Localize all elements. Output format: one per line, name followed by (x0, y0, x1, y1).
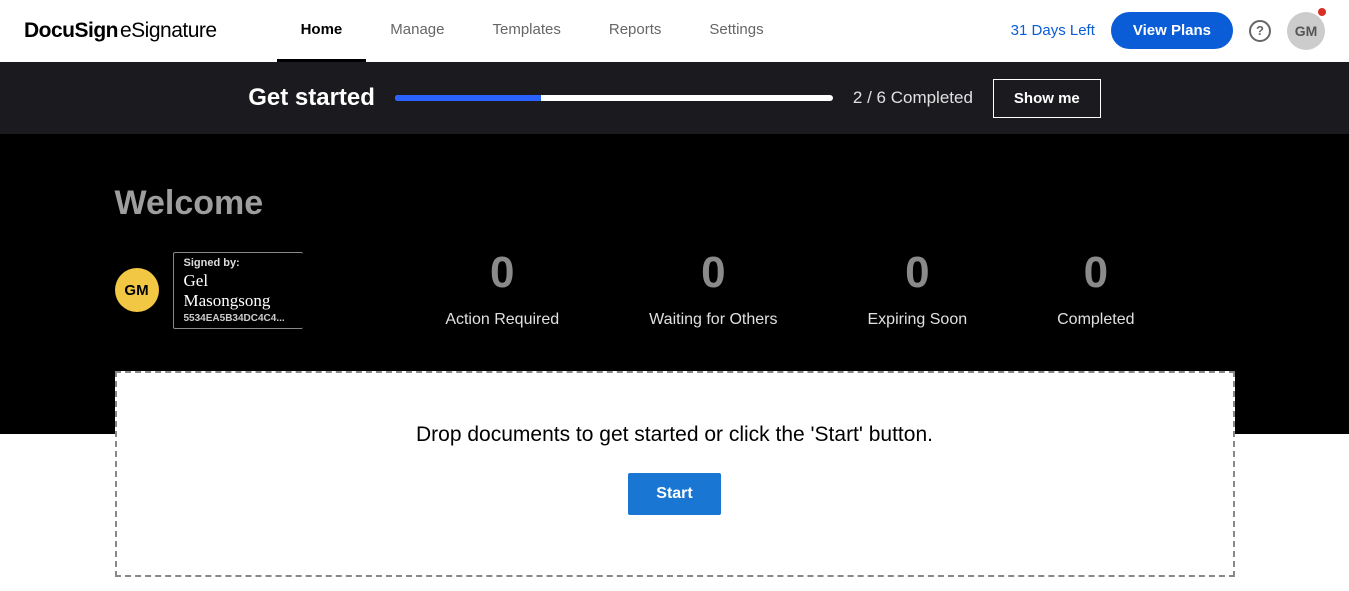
signature-box: Signed by: Gel Masongsong 5534EA5B34DC4C… (173, 252, 303, 329)
user-avatar[interactable]: GM (1287, 12, 1325, 50)
stat-action-required[interactable]: 0 Action Required (445, 251, 559, 329)
stat-value: 0 (868, 251, 968, 295)
drop-zone[interactable]: Drop documents to get started or click t… (115, 371, 1235, 577)
signature-name: Gel Masongsong (184, 271, 293, 311)
stat-value: 0 (1057, 251, 1134, 295)
progress-count: 2 / 6 Completed (853, 88, 973, 108)
stat-label: Expiring Soon (868, 311, 968, 329)
signature-hash: 5534EA5B34DC4C4... (184, 313, 293, 324)
stat-completed[interactable]: 0 Completed (1057, 251, 1134, 329)
progress-track (395, 95, 833, 101)
show-me-button[interactable]: Show me (993, 79, 1101, 118)
nav-manage[interactable]: Manage (366, 0, 468, 62)
stat-label: Action Required (445, 311, 559, 329)
drop-text: Drop documents to get started or click t… (137, 423, 1213, 447)
view-plans-button[interactable]: View Plans (1111, 12, 1233, 49)
get-started-title: Get started (248, 84, 375, 112)
notification-dot-icon (1318, 8, 1326, 16)
stat-waiting[interactable]: 0 Waiting for Others (649, 251, 777, 329)
progress-fill (395, 95, 541, 101)
signature-avatar: GM (115, 268, 159, 312)
nav-templates[interactable]: Templates (468, 0, 584, 62)
welcome-row: GM Signed by: Gel Masongsong 5534EA5B34D… (115, 251, 1235, 329)
nav-home[interactable]: Home (277, 0, 367, 62)
header-right: 31 Days Left View Plans ? GM (1011, 12, 1325, 50)
stat-value: 0 (445, 251, 559, 295)
days-left-text[interactable]: 31 Days Left (1011, 22, 1095, 39)
nav-reports[interactable]: Reports (585, 0, 686, 62)
nav-settings[interactable]: Settings (685, 0, 787, 62)
stat-label: Waiting for Others (649, 311, 777, 329)
stat-expiring[interactable]: 0 Expiring Soon (868, 251, 968, 329)
logo-bold: DocuSign (24, 19, 118, 42)
signature-block[interactable]: GM Signed by: Gel Masongsong 5534EA5B34D… (115, 252, 303, 329)
stat-value: 0 (649, 251, 777, 295)
help-icon[interactable]: ? (1249, 20, 1271, 42)
get-started-bar: Get started 2 / 6 Completed Show me (0, 62, 1349, 134)
logo-thin: eSignature (120, 19, 217, 42)
stat-label: Completed (1057, 311, 1134, 329)
avatar-wrap: GM (1287, 12, 1325, 50)
signed-by-label: Signed by: (184, 257, 293, 269)
start-button[interactable]: Start (628, 473, 720, 515)
app-header: DocuSigneSignature Home Manage Templates… (0, 0, 1349, 62)
main-area: Welcome GM Signed by: Gel Masongsong 553… (0, 134, 1349, 577)
logo[interactable]: DocuSigneSignature (24, 19, 217, 43)
welcome-title: Welcome (115, 184, 1235, 223)
stats-row: 0 Action Required 0 Waiting for Others 0… (445, 251, 1234, 329)
main-nav: Home Manage Templates Reports Settings (277, 0, 788, 62)
